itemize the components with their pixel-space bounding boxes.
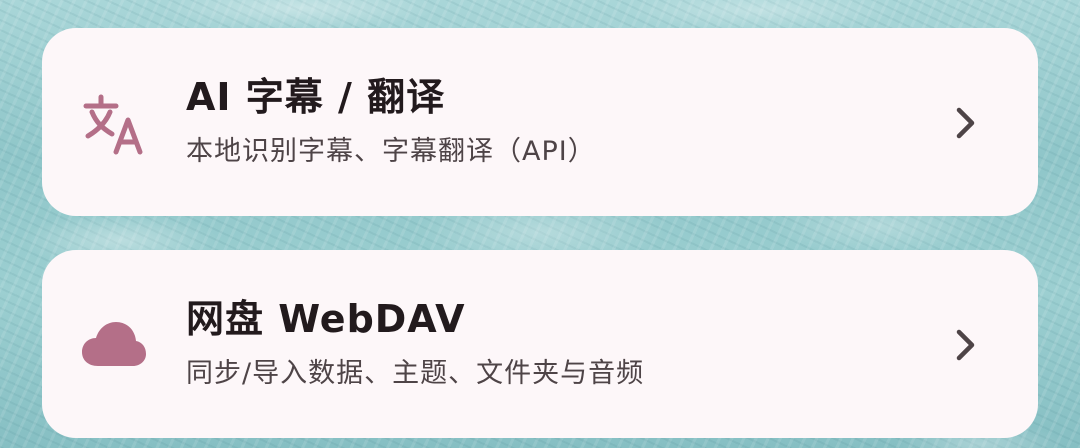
- settings-item-ai-subtitle-translate[interactable]: AI 字幕 / 翻译 本地识别字幕、字幕翻译（API）: [42, 28, 1038, 216]
- item-title: 网盘 WebDAV: [186, 297, 466, 341]
- cloud-icon: [82, 314, 146, 378]
- chevron-right-icon: [950, 106, 980, 140]
- translate-icon: [82, 92, 146, 156]
- settings-item-webdav[interactable]: 网盘 WebDAV 同步/导入数据、主题、文件夹与音频: [42, 250, 1038, 438]
- item-subtitle: 本地识别字幕、字幕翻译（API）: [186, 136, 596, 167]
- item-subtitle: 同步/导入数据、主题、文件夹与音频: [186, 358, 645, 389]
- chevron-right-icon: [950, 328, 980, 362]
- item-title: AI 字幕 / 翻译: [186, 75, 446, 119]
